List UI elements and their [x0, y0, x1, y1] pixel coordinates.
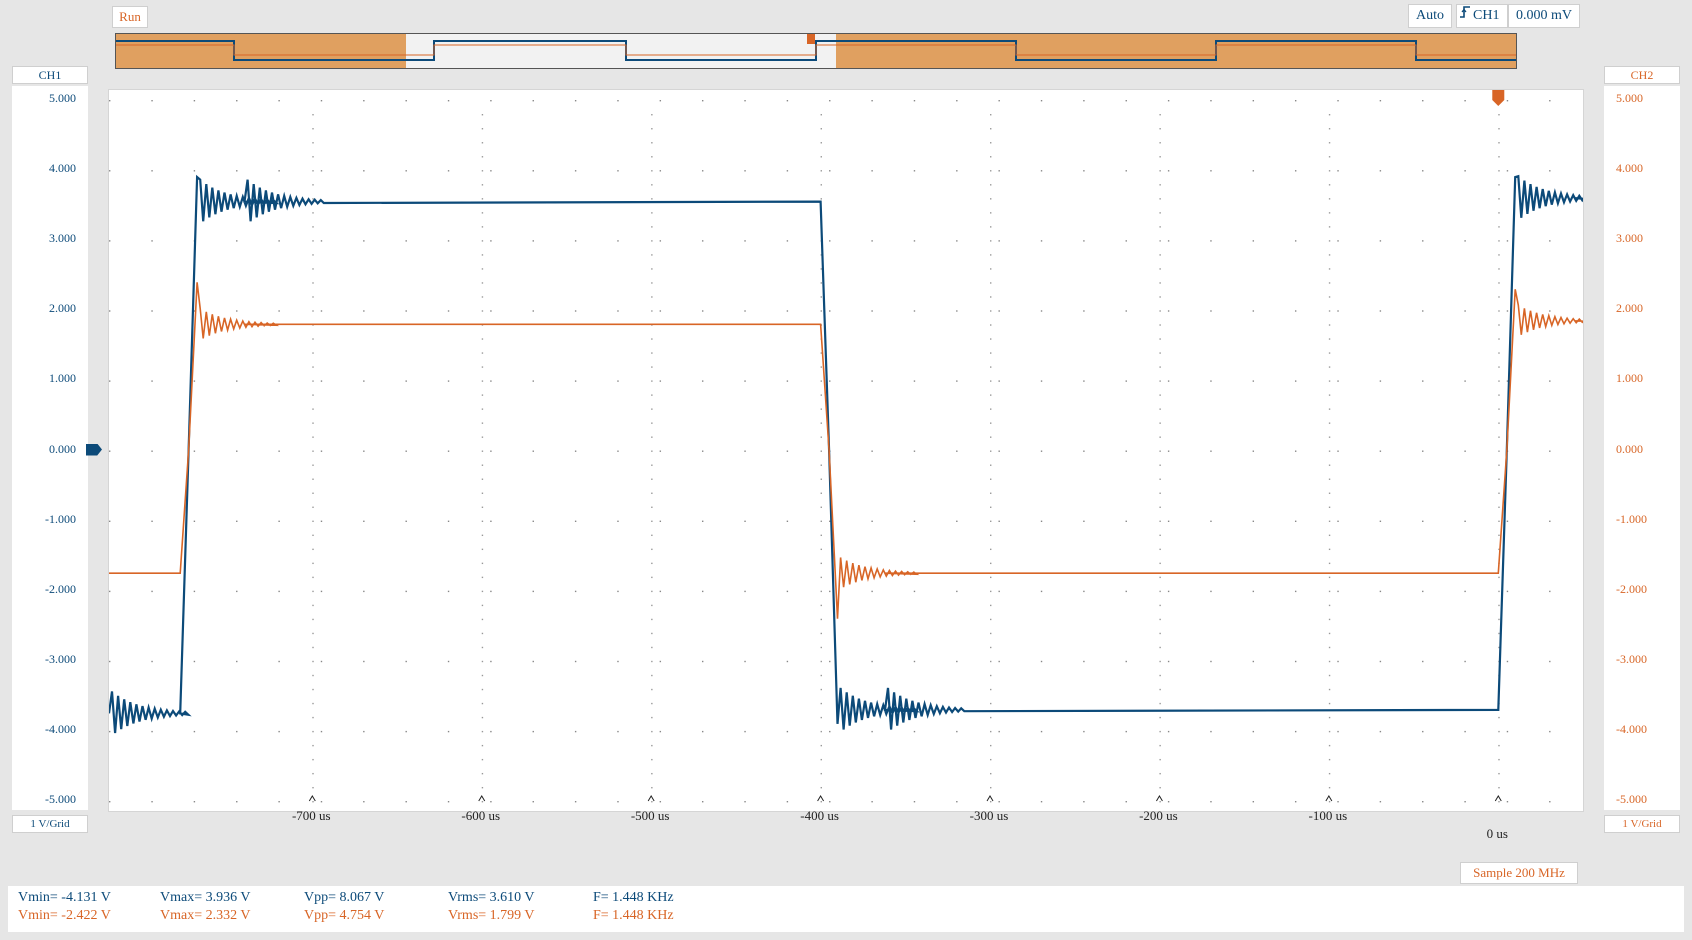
y-tick-label: 2.000	[1616, 301, 1643, 316]
ch2-frequency: F= 1.448 KHz	[593, 908, 674, 923]
y-tick-label: -5.000	[45, 792, 76, 806]
ch1-vrms: Vrms= 3.610 V	[448, 890, 535, 905]
x-tick-mark	[1156, 795, 1163, 802]
ch1-frequency: F= 1.448 KHz	[593, 890, 674, 905]
measurement-panel: Vmin= -4.131 V Vmax= 3.936 V Vpp= 8.067 …	[8, 886, 1684, 932]
overview-chart	[116, 34, 1516, 68]
ch2-axis-panel: 5.000 4.000 3.000 2.000 1.000 0.000 -1.000 -2.0…	[1604, 86, 1680, 810]
y-tick-label: -3.000	[45, 651, 76, 666]
y-tick-label: -4.000	[45, 721, 76, 736]
x-tick-label: -400 us	[800, 808, 839, 823]
waveform-overview[interactable]	[115, 33, 1517, 69]
ch2-vmin: Vmin= -2.422 V	[18, 908, 111, 923]
y-tick-label: 0.000	[49, 441, 76, 456]
y-tick-label: -5.000	[1616, 792, 1647, 806]
x-tick-mark	[1325, 795, 1333, 802]
x-tick-mark	[647, 795, 655, 802]
x-tick-label: -200 us	[1139, 808, 1178, 823]
y-tick-label: 3.000	[1616, 231, 1643, 246]
rising-edge-icon	[1457, 5, 1473, 27]
ch1-vmax: Vmax= 3.936 V	[160, 890, 251, 905]
ch1-vpp: Vpp= 8.067 V	[304, 890, 385, 905]
ch2-header[interactable]: CH2	[1604, 66, 1680, 84]
y-tick-label: -2.000	[45, 581, 76, 596]
y-tick-label: 1.000	[1616, 371, 1643, 386]
x-tick-mark	[1494, 795, 1502, 802]
x-tick-label: -300 us	[969, 808, 1009, 823]
y-tick-label: 4.000	[49, 161, 76, 176]
run-button[interactable]: Run	[112, 6, 148, 28]
waveform-display[interactable]	[108, 89, 1584, 812]
trigger-level-field[interactable]: 0.000 mV	[1508, 4, 1580, 28]
ch1-header[interactable]: CH1	[12, 66, 88, 84]
ch1-offset-marker[interactable]	[86, 443, 102, 456]
y-tick-label: 3.000	[49, 231, 76, 246]
x-tick-label: 0 us	[1486, 826, 1508, 841]
trigger-settings: Auto CH1 0.000 mV	[1408, 4, 1580, 28]
ch2-vpp: Vpp= 4.754 V	[304, 908, 385, 923]
x-tick-mark	[478, 795, 486, 802]
ch2-vrms: Vrms= 1.799 V	[448, 908, 535, 923]
trigger-mode-button[interactable]: Auto	[1408, 4, 1452, 28]
waveform-chart	[109, 90, 1583, 803]
series-line-ch2	[109, 282, 1583, 619]
y-tick-label: -1.000	[45, 511, 76, 526]
overview-band	[836, 34, 1516, 68]
ch2-scale[interactable]: 1 V/Grid	[1604, 815, 1680, 833]
x-tick-label: -500 us	[630, 808, 670, 823]
overview-band	[116, 34, 406, 68]
overview-trigger-marker	[807, 34, 815, 44]
y-tick-label: 0.000	[1616, 441, 1643, 456]
trigger-source-button[interactable]: CH1	[1456, 4, 1508, 28]
trigger-source-label: CH1	[1473, 8, 1500, 23]
x-tick-mark	[817, 795, 825, 802]
y-tick-label: 5.000	[1616, 91, 1643, 105]
ch1-axis-panel: 5.000 4.000 3.000 2.000 1.000 0.000 -1.000 -2.0…	[12, 86, 88, 810]
y-tick-label: -4.000	[1616, 721, 1647, 736]
y-tick-label: -2.000	[1616, 581, 1647, 596]
x-tick-mark	[308, 795, 316, 802]
y-tick-label: 1.000	[49, 371, 76, 386]
trigger-position-marker	[1492, 90, 1505, 106]
y-tick-label: 5.000	[49, 91, 76, 105]
series-line-ch1	[109, 174, 1583, 734]
x-tick-mark	[986, 795, 994, 802]
x-tick-label: -100 us	[1308, 808, 1348, 823]
y-tick-label: -1.000	[1616, 511, 1647, 526]
ch1-scale[interactable]: 1 V/Grid	[12, 815, 88, 833]
y-tick-label: 2.000	[49, 301, 76, 316]
ch2-vmax: Vmax= 2.332 V	[160, 908, 251, 923]
x-tick-label: -600 us	[461, 808, 501, 823]
ch1-vmin: Vmin= -4.131 V	[18, 890, 111, 905]
x-tick-label: -700 us	[291, 808, 331, 823]
y-tick-label: -3.000	[1616, 651, 1647, 666]
y-tick-label: 4.000	[1616, 161, 1643, 176]
sample-rate-badge: Sample 200 MHz	[1460, 862, 1578, 884]
